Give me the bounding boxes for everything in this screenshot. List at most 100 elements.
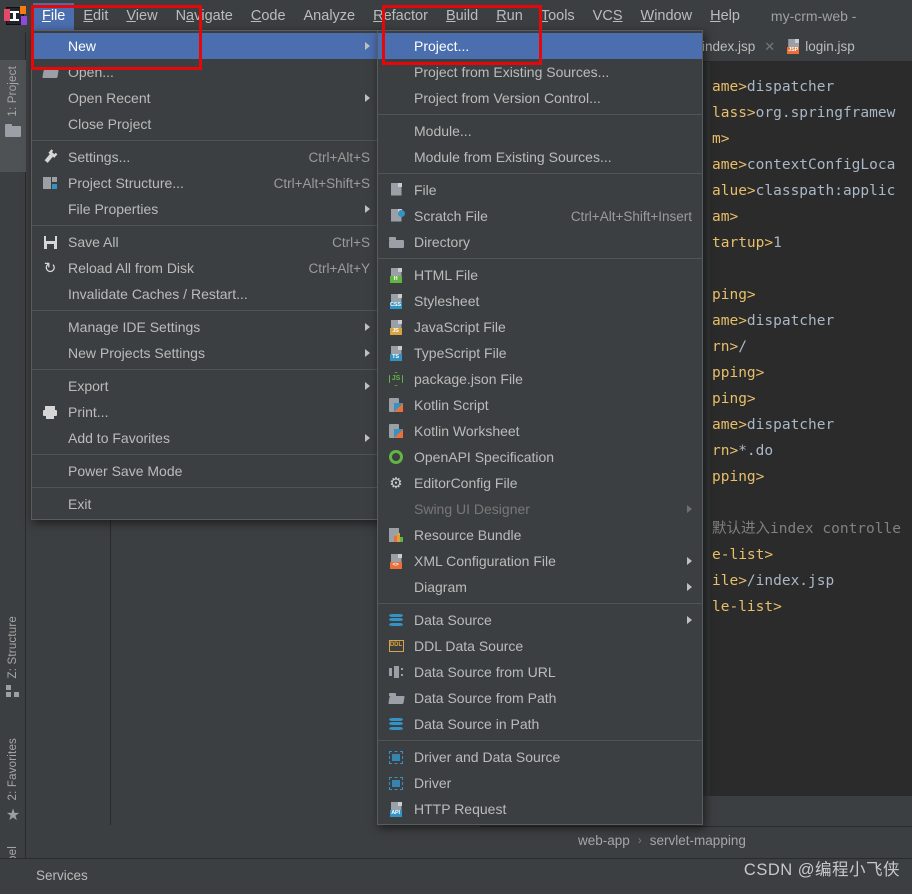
new-menu-item-kotlin-worksheet[interactable]: Kotlin Worksheet xyxy=(378,418,702,444)
new-menu-item-project-from-version-control[interactable]: Project from Version Control... xyxy=(378,85,702,111)
file-menu-item-file-properties[interactable]: File Properties xyxy=(32,196,380,222)
new-menu-item-shortcut: Ctrl+Alt+Shift+Insert xyxy=(570,208,692,224)
menubar-item-view[interactable]: View xyxy=(117,3,166,30)
new-menu-item-http-request[interactable]: API HTTP Request xyxy=(378,796,702,822)
new-menu-item-label: EditorConfig File xyxy=(414,475,518,491)
directory-icon xyxy=(388,234,404,250)
new-menu-item-scratch-file[interactable]: Scratch File Ctrl+Alt+Shift+Insert xyxy=(378,203,702,229)
tab-login-jsp[interactable]: JSP login.jsp xyxy=(781,33,861,60)
file-menu-item-invalidate-caches-restart[interactable]: Invalidate Caches / Restart... xyxy=(32,281,380,307)
code-line: am> xyxy=(712,209,739,225)
code-text: ame>dispatcher lass>org.springframew m> ame… xyxy=(712,74,912,620)
new-menu-item-driver-and-data-source[interactable]: Driver and Data Source xyxy=(378,744,702,770)
driver-icon xyxy=(388,775,404,791)
chevron-right-icon xyxy=(365,323,370,331)
new-menu-item-label: Project from Existing Sources... xyxy=(414,64,610,80)
file-menu-item-save-all[interactable]: Save All Ctrl+S xyxy=(32,229,380,255)
breadcrumb-item-servlet-mapping[interactable]: servlet-mapping xyxy=(650,833,746,848)
menubar-item-build[interactable]: Build xyxy=(437,3,487,30)
file-menu-item-open[interactable]: Open... xyxy=(32,59,380,85)
file-menu-item-settings[interactable]: Settings... Ctrl+Alt+S xyxy=(32,144,380,170)
new-menu-item-typescript-file[interactable]: TS TypeScript File xyxy=(378,340,702,366)
new-menu-item-data-source-from-path[interactable]: Data Source from Path xyxy=(378,685,702,711)
editor-tab-bar: JSP index.jsp ✕ JSP login.jsp xyxy=(678,32,912,62)
file-menu-item-reload-all-from-disk[interactable]: ↻ Reload All from Disk Ctrl+Alt+Y xyxy=(32,255,380,281)
new-menu-item-module[interactable]: Module... xyxy=(378,118,702,144)
breadcrumb-item-web-app[interactable]: web-app xyxy=(578,833,630,848)
ts-file-icon: TS xyxy=(388,345,404,361)
new-menu-item-diagram[interactable]: Diagram xyxy=(378,574,702,600)
code-line: ping> xyxy=(712,391,756,407)
new-menu-item-stylesheet[interactable]: CSS Stylesheet xyxy=(378,288,702,314)
xml-file-icon: <> xyxy=(388,553,404,569)
menubar-item-tools[interactable]: Tools xyxy=(532,3,584,30)
menubar-item-run[interactable]: Run xyxy=(487,3,532,30)
new-menu-item-editorconfig-file[interactable]: ⚙ EditorConfig File xyxy=(378,470,702,496)
resource-bundle-icon xyxy=(388,527,404,543)
new-menu-item-file[interactable]: File xyxy=(378,177,702,203)
url-icon xyxy=(388,664,404,680)
file-menu-item-exit[interactable]: Exit xyxy=(32,491,380,517)
menubar-item-help[interactable]: Help xyxy=(701,3,749,30)
file-menu-item-add-to-favorites[interactable]: Add to Favorites xyxy=(32,425,380,451)
new-menu-item-project-from-existing-sources[interactable]: Project from Existing Sources... xyxy=(378,59,702,85)
file-menu-item-export[interactable]: Export xyxy=(32,373,380,399)
menubar-item-edit[interactable]: Edit xyxy=(74,3,117,30)
file-menu-item-label: Invalidate Caches / Restart... xyxy=(68,286,248,302)
sidebar-item-project[interactable]: 1: Project xyxy=(0,60,26,172)
menubar-item-code[interactable]: Code xyxy=(242,3,295,30)
menubar-item-window[interactable]: Window xyxy=(632,3,702,30)
new-menu-item-data-source-from-url[interactable]: Data Source from URL xyxy=(378,659,702,685)
html-file-icon: H xyxy=(388,267,404,283)
tab-index-jsp-label: index.jsp xyxy=(702,39,756,54)
new-menu-item-label: Resource Bundle xyxy=(414,527,522,543)
new-menu-item-module-from-existing-sources[interactable]: Module from Existing Sources... xyxy=(378,144,702,170)
file-menu-item-label: Reload All from Disk xyxy=(68,260,195,276)
file-menu-item-open-recent[interactable]: Open Recent xyxy=(32,85,380,111)
menubar-item-analyze[interactable]: Analyze xyxy=(295,3,365,30)
new-menu-item-xml-configuration-file[interactable]: <> XML Configuration File xyxy=(378,548,702,574)
file-menu-item-new-projects-settings[interactable]: New Projects Settings xyxy=(32,340,380,366)
new-menu-item-label: HTML File xyxy=(414,267,479,283)
sidebar-item-project-label: 1: Project xyxy=(7,66,19,117)
chevron-right-icon: › xyxy=(637,833,642,847)
new-menu-item-html-file[interactable]: H HTML File xyxy=(378,262,702,288)
new-menu-item-data-source-in-path[interactable]: Data Source in Path xyxy=(378,711,702,737)
code-editor[interactable]: ame>dispatcher lass>org.springframew m> ame… xyxy=(700,62,912,796)
services-button[interactable]: Services xyxy=(36,868,88,883)
new-menu-item-kotlin-script[interactable]: Kotlin Script xyxy=(378,392,702,418)
close-icon[interactable]: ✕ xyxy=(764,39,775,55)
file-menu-item-label: Open... xyxy=(68,64,114,80)
sidebar-item-structure[interactable]: Z: Structure xyxy=(0,610,26,722)
file-menu-item-close-project[interactable]: Close Project xyxy=(32,111,380,137)
code-line: e-list> xyxy=(712,547,774,563)
menubar-item-refactor[interactable]: Refactor xyxy=(364,3,437,30)
file-menu-popup[interactable]: New Open... Open Recent Close Project Settin… xyxy=(31,30,381,520)
new-menu-item-project[interactable]: Project... xyxy=(378,33,702,59)
openapi-icon xyxy=(388,449,404,465)
new-menu-item-openapi-specification[interactable]: OpenAPI Specification xyxy=(378,444,702,470)
file-menu-item-manage-ide-settings[interactable]: Manage IDE Settings xyxy=(32,314,380,340)
file-menu-item-new[interactable]: New xyxy=(32,33,380,59)
menubar-item-navigate[interactable]: Navigate xyxy=(167,3,242,30)
new-menu-item-resource-bundle[interactable]: Resource Bundle xyxy=(378,522,702,548)
new-menu-item-directory[interactable]: Directory xyxy=(378,229,702,255)
file-menu-item-shortcut: Ctrl+Alt+Y xyxy=(308,260,370,276)
new-menu-item-ddl-data-source[interactable]: DDL DDL Data Source xyxy=(378,633,702,659)
file-menu-item-project-structure[interactable]: Project Structure... Ctrl+Alt+Shift+S xyxy=(32,170,380,196)
new-menu-item-driver[interactable]: Driver xyxy=(378,770,702,796)
file-menu-item-print[interactable]: Print... xyxy=(32,399,380,425)
sidebar-item-favorites[interactable]: 2: Favorites ★ xyxy=(0,732,26,842)
file-menu-separator xyxy=(32,225,380,226)
kotlin-icon xyxy=(388,397,404,413)
new-menu-item-data-source[interactable]: Data Source xyxy=(378,607,702,633)
new-submenu-popup[interactable]: Project... Project from Existing Sources.… xyxy=(377,30,703,825)
new-menu-item-package-json-file[interactable]: JS package.json File xyxy=(378,366,702,392)
intellij-idea-window: File Edit View Navigate Code Analyze Refactor B… xyxy=(0,0,912,894)
file-menu-item-power-save-mode[interactable]: Power Save Mode xyxy=(32,458,380,484)
menubar-item-vcs[interactable]: VCS xyxy=(584,3,632,30)
new-menu-item-label: Module from Existing Sources... xyxy=(414,149,612,165)
new-menu-item-javascript-file[interactable]: JS JavaScript File xyxy=(378,314,702,340)
menubar-item-file[interactable]: File xyxy=(33,2,75,30)
